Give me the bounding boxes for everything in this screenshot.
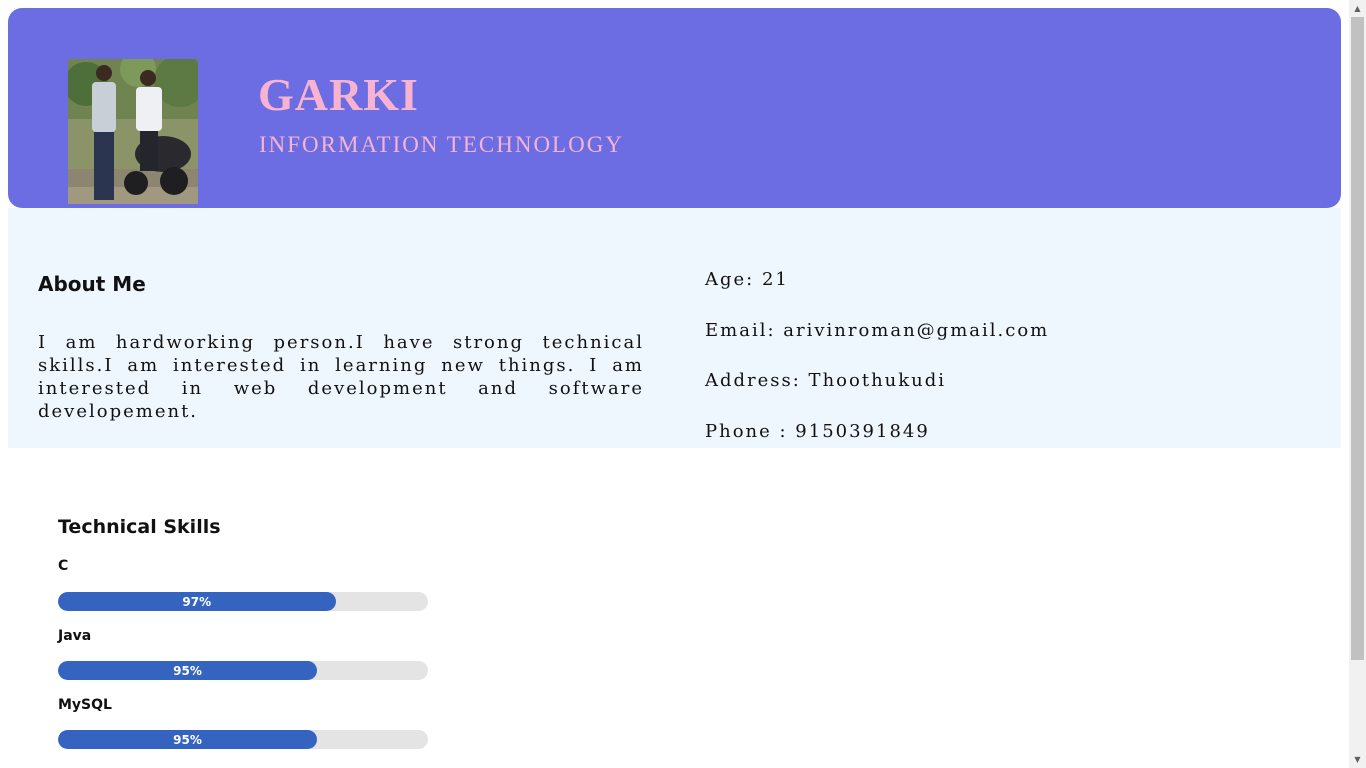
skill-bar-fill: 95% bbox=[58, 730, 317, 749]
skill-name: C bbox=[58, 558, 69, 574]
info-section: About Me I am hardworking person.I have … bbox=[8, 208, 1341, 448]
profile-department: INFORMATION TECHNOLOGY bbox=[259, 132, 624, 157]
skill-bar-track: 95% bbox=[58, 661, 428, 680]
skill-bar-fill: 95% bbox=[58, 661, 317, 680]
skill-percent-label: 97% bbox=[182, 594, 212, 609]
about-text: I am hardworking person.I have strong te… bbox=[38, 332, 644, 422]
scroll-down-arrow-icon[interactable]: ▼ bbox=[1349, 751, 1366, 768]
resume-page: GARKI INFORMATION TECHNOLOGY About Me I … bbox=[0, 0, 1349, 768]
skill-name: MySQL bbox=[58, 697, 112, 713]
scroll-up-arrow-icon[interactable]: ▲ bbox=[1349, 0, 1366, 17]
skill-bar-track: 95% bbox=[58, 730, 428, 749]
contact-age: Age: 21 bbox=[705, 269, 789, 290]
skill-bar-fill: 97% bbox=[58, 592, 336, 611]
about-title: About Me bbox=[38, 272, 146, 296]
contact-phone: Phone : 9150391849 bbox=[705, 421, 930, 442]
skill-percent-label: 95% bbox=[173, 732, 202, 747]
skill-name: Java bbox=[58, 628, 92, 644]
profile-name: GARKI bbox=[258, 69, 419, 120]
scroll-thumb[interactable] bbox=[1351, 17, 1364, 660]
contact-email: Email: arivinroman@gmail.com bbox=[705, 320, 1050, 341]
profile-photo bbox=[68, 59, 198, 204]
vertical-scrollbar[interactable]: ▲ ▼ bbox=[1349, 0, 1366, 768]
skill-percent-label: 95% bbox=[173, 663, 202, 678]
contact-address: Address: Thoothukudi bbox=[705, 370, 947, 391]
profile-header: GARKI INFORMATION TECHNOLOGY bbox=[8, 8, 1341, 208]
skills-title: Technical Skills bbox=[58, 516, 221, 538]
skill-bar-track: 97% bbox=[58, 592, 428, 611]
